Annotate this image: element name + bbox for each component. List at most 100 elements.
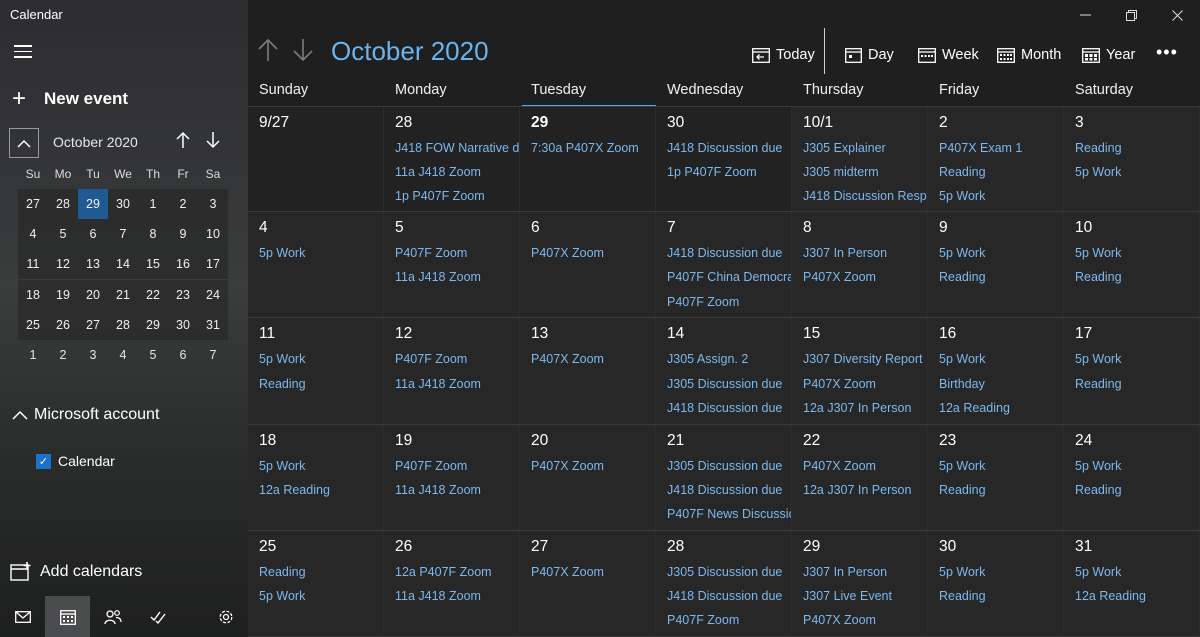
day-view-button[interactable]: Day — [845, 42, 894, 68]
calendar-event[interactable]: J418 Discussion due — [667, 480, 791, 504]
calendar-event[interactable]: 11a J418 Zoom — [395, 267, 519, 291]
mini-calendar-day[interactable]: 27 — [18, 189, 48, 219]
calendar-event[interactable]: J418 Discussion due — [667, 586, 791, 610]
mini-calendar-day[interactable]: 19 — [48, 279, 78, 310]
calendar-event[interactable]: 5p Work — [939, 456, 1063, 480]
calendar-event[interactable]: 5p Work — [939, 186, 1063, 210]
day-cell[interactable]: 9/27 — [248, 107, 384, 212]
calendar-event[interactable]: 5p Work — [1075, 456, 1199, 480]
calendar-event[interactable]: J307 In Person — [803, 243, 927, 267]
calendar-event[interactable]: 5p Work — [1075, 349, 1199, 373]
today-button[interactable]: Today — [752, 42, 815, 68]
calendar-event[interactable]: 12a Reading — [1075, 586, 1199, 610]
calendar-event[interactable]: Birthday — [939, 374, 1063, 398]
calendar-event[interactable]: P407X Zoom — [803, 610, 927, 634]
day-cell[interactable]: 7 J418 Discussion due P407F China Democra P… — [656, 212, 792, 318]
calendar-event[interactable]: P407F China Democra — [667, 267, 791, 291]
settings-gear-icon[interactable] — [203, 596, 248, 637]
mini-calendar-day[interactable]: 29 — [138, 309, 168, 340]
day-cell[interactable]: 10 5p Work Reading — [1064, 212, 1200, 318]
day-cell[interactable]: 28 J305 Discussion due J418 Discussion due… — [656, 530, 792, 636]
mini-calendar-day[interactable]: 28 — [108, 309, 138, 340]
calendar-event[interactable]: P407F Zoom — [667, 610, 791, 634]
microsoft-account-group[interactable]: Microsoft account — [12, 406, 159, 424]
mini-calendar-day[interactable]: 3 — [198, 189, 228, 219]
mini-calendar-day[interactable]: 5 — [138, 340, 168, 370]
calendar-event[interactable]: 11a J418 Zoom — [395, 480, 519, 504]
mini-calendar-day[interactable]: 2 — [168, 189, 198, 219]
mini-calendar-day[interactable]: 5 — [48, 219, 78, 250]
calendar-event[interactable]: P407X Zoom — [531, 456, 655, 480]
calendar-event[interactable]: Reading — [939, 267, 1063, 291]
mini-calendar-day[interactable]: 30 — [168, 309, 198, 340]
calendar-event[interactable]: Reading — [939, 162, 1063, 186]
calendar-event[interactable]: J418 FOW Narrative d — [395, 138, 519, 162]
day-cell[interactable]: 30 5p Work Reading — [928, 530, 1064, 636]
calendar-event[interactable]: J418 Discussion Respo — [803, 186, 927, 210]
mini-calendar-day[interactable]: 22 — [138, 279, 168, 310]
day-cell[interactable]: 17 5p Work Reading — [1064, 318, 1200, 424]
day-cell[interactable]: 25 Reading 5p Work — [248, 530, 384, 636]
calendar-event[interactable]: Reading — [1075, 480, 1199, 504]
calendar-event[interactable]: J305 Discussion due — [667, 456, 791, 480]
calendar-event[interactable]: 5p Work — [259, 586, 383, 610]
calendar-event[interactable]: Reading — [939, 586, 1063, 610]
more-options-button[interactable]: ••• — [1156, 42, 1178, 63]
calendar-checkbox[interactable]: ✓ Calendar — [36, 453, 115, 469]
mini-calendar-day[interactable]: 12 — [48, 249, 78, 280]
calendar-event[interactable]: 12a Reading — [259, 480, 383, 504]
mini-calendar-day[interactable]: 3 — [78, 340, 108, 370]
mini-calendar-day[interactable]: 2 — [48, 340, 78, 370]
mini-calendar-day[interactable]: 7 — [198, 340, 228, 370]
calendar-event[interactable]: P407F Zoom — [395, 456, 519, 480]
day-cell[interactable]: 18 5p Work 12a Reading — [248, 424, 384, 530]
day-cell[interactable]: 15 J307 Diversity Report P407X Zoom 12a J30… — [792, 318, 928, 424]
mini-calendar-day[interactable]: 17 — [198, 249, 228, 280]
calendar-event[interactable]: 5p Work — [939, 243, 1063, 267]
calendar-event[interactable]: P407F Zoom — [395, 349, 519, 373]
calendar-event[interactable]: 12a J307 In Person — [803, 398, 927, 422]
mini-calendar-day[interactable]: 11 — [18, 249, 48, 280]
mini-calendar-prev-button[interactable] — [176, 131, 190, 154]
calendar-event[interactable]: 5p Work — [259, 456, 383, 480]
calendar-event[interactable]: 12a P407F Zoom — [395, 562, 519, 586]
mini-calendar-day[interactable]: 28 — [48, 189, 78, 219]
day-cell[interactable]: 3 Reading 5p Work — [1064, 107, 1200, 212]
calendar-event[interactable]: J305 midterm — [803, 162, 927, 186]
mini-calendar-day[interactable]: 6 — [78, 219, 108, 250]
calendar-event[interactable]: P407F Zoom — [667, 292, 791, 316]
mini-calendar-day[interactable]: 4 — [108, 340, 138, 370]
calendar-event[interactable]: 1p P407F Zoom — [395, 186, 519, 210]
calendar-event[interactable]: P407X Zoom — [531, 562, 655, 586]
day-cell[interactable]: 2 P407X Exam 1 Reading 5p Work — [928, 107, 1064, 212]
calendar-event[interactable]: P407X Exam 1 — [939, 138, 1063, 162]
calendar-event[interactable]: J307 Live Event — [803, 586, 927, 610]
day-cell[interactable]: 9 5p Work Reading — [928, 212, 1064, 318]
mini-calendar-day[interactable]: 4 — [18, 219, 48, 250]
calendar-event[interactable]: 11a J418 Zoom — [395, 162, 519, 186]
calendar-event[interactable]: Reading — [939, 480, 1063, 504]
day-cell[interactable]: 12 P407F Zoom 11a J418 Zoom — [384, 318, 520, 424]
calendar-event[interactable]: 12a Reading — [939, 398, 1063, 422]
calendar-event[interactable]: P407X Zoom — [803, 374, 927, 398]
calendar-event[interactable]: 5p Work — [259, 349, 383, 373]
mini-calendar-day[interactable]: 31 — [198, 309, 228, 340]
week-view-button[interactable]: Week — [918, 42, 979, 68]
calendar-event[interactable]: J305 Assign. 2 — [667, 349, 791, 373]
calendar-event[interactable]: J305 Discussion due — [667, 374, 791, 398]
calendar-event[interactable]: 7:30a P407X Zoom — [531, 138, 655, 162]
mini-calendar-day[interactable]: 15 — [138, 249, 168, 280]
day-cell[interactable]: 11 5p Work Reading — [248, 318, 384, 424]
calendar-event[interactable]: J307 In Person — [803, 562, 927, 586]
calendar-event[interactable]: 5p Work — [1075, 243, 1199, 267]
calendar-event[interactable]: 5p Work — [259, 243, 383, 267]
calendar-event[interactable]: 1p P407F Zoom — [667, 162, 791, 186]
calendar-event[interactable]: Reading — [259, 562, 383, 586]
calendar-event[interactable]: 5p Work — [939, 349, 1063, 373]
mini-calendar-day[interactable]: 14 — [108, 249, 138, 280]
restore-icon[interactable] — [1108, 0, 1154, 30]
day-cell[interactable]: 21 J305 Discussion due J418 Discussion due… — [656, 424, 792, 530]
calendar-event[interactable]: P407X Zoom — [531, 349, 655, 373]
day-cell[interactable]: 28 J418 FOW Narrative d 11a J418 Zoom 1p P4… — [384, 107, 520, 212]
mini-calendar-day[interactable]: 24 — [198, 279, 228, 310]
